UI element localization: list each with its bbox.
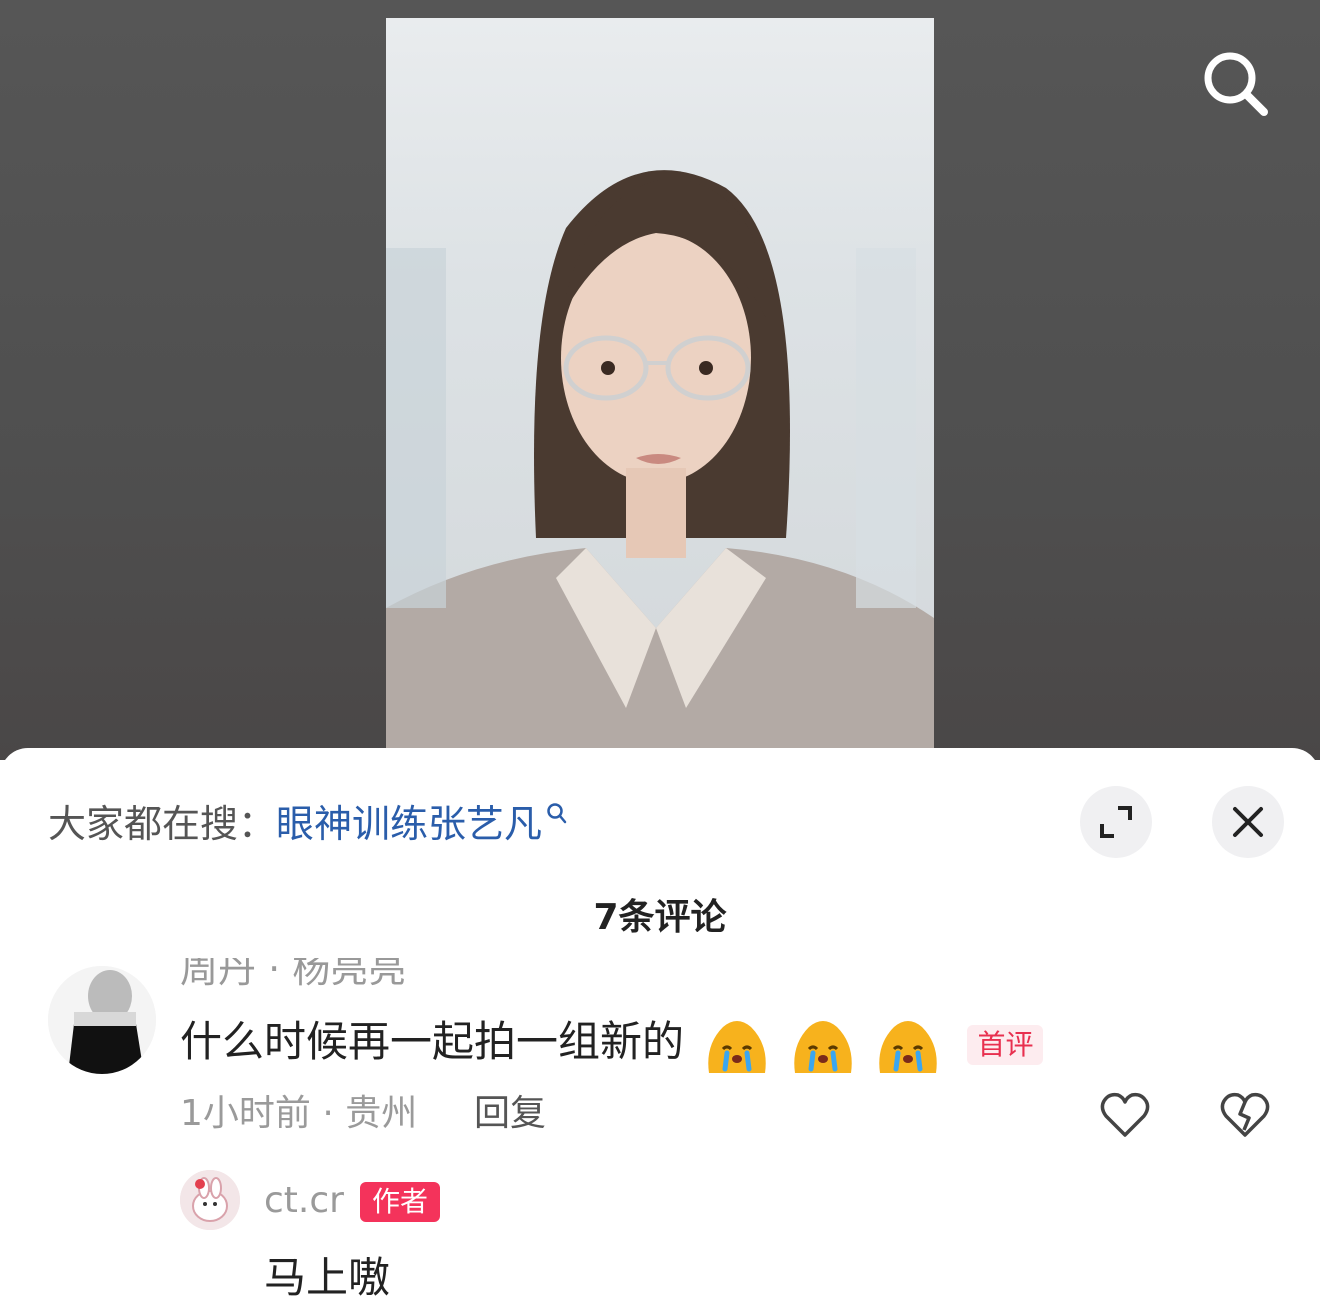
- reply-author-name[interactable]: ct.cr: [264, 1176, 344, 1226]
- comment-meta: 1小时前 · 贵州: [180, 1093, 418, 1134]
- author-avatar-image: [180, 1170, 240, 1230]
- comments-sheet: 大家都在搜：眼神训练张艺凡 7条评论 周丹 · 杨亮亮 什么时候再一起拍一组新的: [0, 748, 1320, 1316]
- expand-icon: [1100, 806, 1132, 838]
- dislike-button[interactable]: [1218, 1088, 1272, 1142]
- author-badge: 作者: [360, 1182, 441, 1222]
- expand-button[interactable]: [1080, 786, 1152, 858]
- photo-background-column: [386, 248, 446, 608]
- heart-icon: [1100, 1092, 1150, 1137]
- mini-search-icon: [547, 803, 567, 824]
- comment-count: 7条评论: [593, 897, 727, 938]
- suggestion-keyword[interactable]: 眼神训练张艺凡: [276, 802, 542, 846]
- post-photo[interactable]: [386, 18, 934, 760]
- crying-emoji-icon: [879, 1020, 937, 1073]
- comment-text: 什么时候再一起拍一组新的: [180, 1017, 685, 1066]
- like-button[interactable]: [1098, 1088, 1152, 1142]
- avatar-image: [48, 966, 156, 1074]
- author-avatar[interactable]: [180, 1170, 240, 1230]
- search-suggestion[interactable]: 大家都在搜：眼神训练张艺凡: [48, 796, 568, 852]
- photo-background-column: [856, 248, 916, 608]
- broken-heart-icon: [1220, 1092, 1270, 1137]
- search-button[interactable]: [1196, 44, 1276, 124]
- crying-emoji-icon: [794, 1020, 852, 1073]
- crying-emoji-icon: [708, 1020, 767, 1073]
- search-icon: [1204, 52, 1268, 116]
- close-button[interactable]: [1212, 786, 1284, 858]
- reply-button[interactable]: 回复: [474, 1088, 546, 1140]
- portrait-illustration: [386, 170, 934, 760]
- commenter-name-cut: 周丹 · 杨亮亮: [180, 958, 407, 991]
- suggestion-prefix: 大家都在搜：: [48, 802, 277, 846]
- commenter-avatar[interactable]: [48, 966, 156, 1074]
- close-icon: [1233, 807, 1263, 837]
- comment-body: 什么时候再一起拍一组新的 首评: [180, 1010, 1044, 1075]
- reply-text: 马上嗷: [264, 1253, 391, 1302]
- first-comment-badge: 首评: [967, 1024, 1044, 1065]
